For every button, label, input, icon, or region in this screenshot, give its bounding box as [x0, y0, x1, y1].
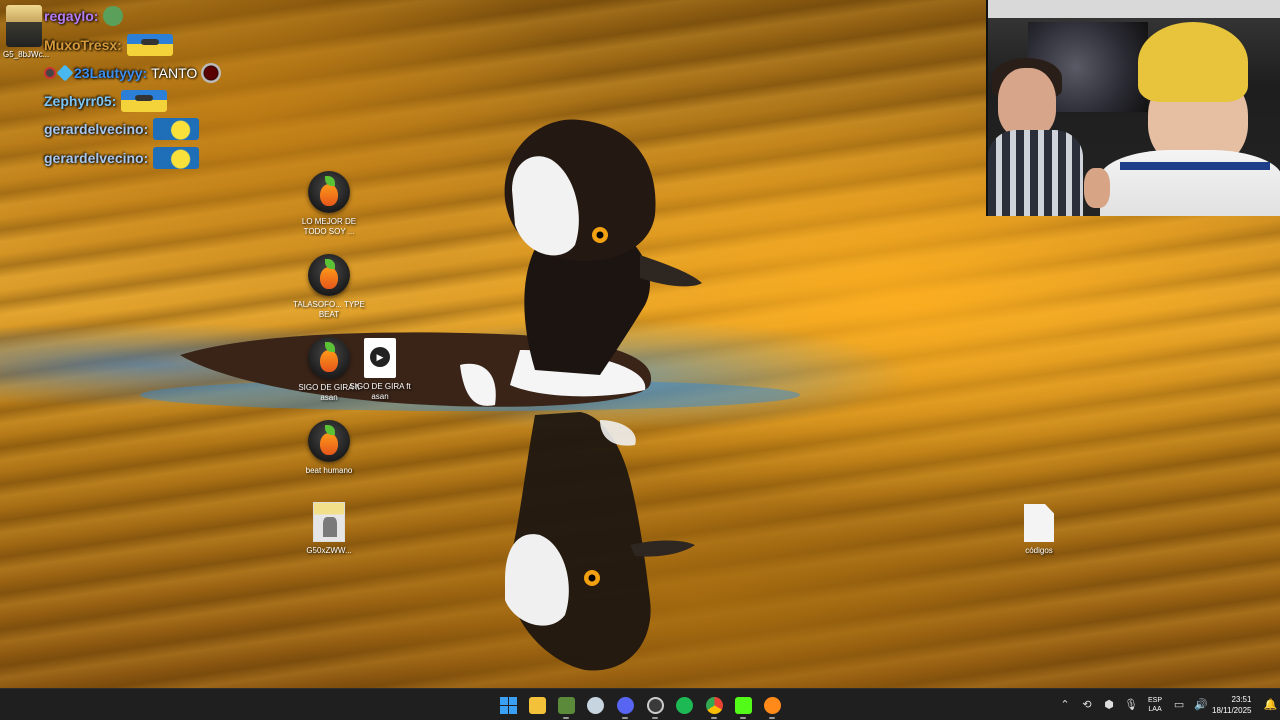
desktop-icon-talasofo[interactable]: TALASOFO... TYPE BEAT — [291, 254, 367, 320]
sync-icon[interactable]: ⟲ — [1080, 698, 1094, 712]
streamer-right-jersey — [1100, 150, 1280, 216]
fl-studio-icon — [308, 171, 350, 213]
taskbar-steam[interactable] — [583, 693, 607, 717]
chat-username: Zephyrr05: — [44, 93, 117, 109]
desktop-icon-label: TALASOFO... TYPE BEAT — [293, 300, 365, 319]
sponge-emote-icon — [153, 118, 200, 140]
network-icon[interactable]: ▭ — [1172, 698, 1186, 712]
streamer-right-beanie — [1138, 22, 1248, 102]
running-indicator — [769, 717, 775, 719]
red-orb-emote-icon — [201, 63, 222, 83]
show-hidden-icons-chevron-icon[interactable]: ⌃ — [1058, 698, 1072, 712]
chat-message: 23Lautyyy: TANTO — [44, 60, 222, 86]
fl-studio-icon — [763, 696, 781, 714]
minion-emote-icon — [126, 34, 173, 56]
sponge-emote-icon — [153, 147, 200, 169]
text-file-icon — [1024, 504, 1054, 542]
chat-avatar — [6, 5, 42, 47]
chat-message: gerardelvecino: — [44, 145, 200, 171]
fl-studio-icon — [308, 420, 350, 462]
chat-username: MuxoTresx: — [44, 37, 122, 53]
media-file-icon — [364, 338, 396, 378]
desktop-icon-image-file[interactable]: G50xZWW... — [291, 502, 367, 556]
desktop-icon-label: beat humano — [305, 466, 353, 475]
kick-icon — [734, 696, 752, 714]
minion-emote-icon — [121, 90, 168, 112]
chat-username: gerardelvecino: — [44, 121, 149, 137]
taskbar: ⌃ ⟲ ⬢ 🎙 ESP LAA ▭ 🔊 23:51 18/11/2025 🔔 — [0, 688, 1280, 720]
streamer-hand — [1084, 168, 1110, 208]
taskbar-spotify[interactable] — [672, 693, 696, 717]
desktop-icon-lo-mejor-de-todo[interactable]: LO MEJOR DE TODO SOY ... — [291, 171, 367, 237]
chat-message: gerardelvecino: — [44, 116, 200, 142]
keyboard-layout: LAA — [1148, 706, 1162, 713]
chat-message: MuxoTresx: — [44, 32, 173, 58]
pepe-emote-icon — [103, 6, 124, 26]
chat-username: gerardelvecino: — [44, 150, 149, 166]
taskbar-discord[interactable] — [613, 693, 637, 719]
notifications-bell-icon[interactable]: 🔔 — [1263, 698, 1278, 712]
running-indicator — [652, 717, 658, 719]
taskbar-fl-studio[interactable] — [760, 693, 784, 719]
file-explorer-icon — [528, 696, 546, 714]
running-indicator — [622, 717, 628, 719]
language-code: ESP — [1148, 697, 1163, 704]
chat-message: regaylo: — [44, 3, 124, 29]
taskbar-minecraft-launcher[interactable] — [554, 693, 578, 719]
desktop-icon-label: G50xZWW... — [306, 546, 352, 555]
fl-studio-icon — [308, 254, 350, 296]
chat-username: regaylo: — [44, 8, 99, 24]
minecraft-launcher-icon — [557, 696, 575, 714]
security-shield-icon[interactable]: ⬢ — [1102, 698, 1116, 712]
microphone-icon[interactable]: 🎙 — [1124, 698, 1138, 712]
taskbar-chrome[interactable] — [702, 693, 726, 719]
running-indicator — [563, 717, 569, 719]
running-indicator — [740, 717, 746, 719]
spotify-icon — [675, 696, 693, 714]
desktop-icon-label: SIGO DE GIRA ft asan — [349, 382, 411, 401]
desktop-icon-label: LO MEJOR DE TODO SOY ... — [301, 217, 357, 236]
discord-icon — [616, 696, 634, 714]
start-button[interactable] — [496, 693, 520, 717]
chat-message-text: TANTO — [151, 65, 198, 81]
webcam-background — [988, 0, 1280, 18]
clock-date: 18/11/2025 — [1212, 706, 1252, 715]
streamer-left-face — [998, 68, 1056, 138]
image-file-icon — [313, 502, 345, 542]
desktop-icon-sigo-de-gira-media[interactable]: SIGO DE GIRA ft asan — [342, 338, 418, 402]
windows-logo-icon — [499, 696, 517, 714]
clock[interactable]: 23:51 18/11/2025 — [1212, 694, 1251, 716]
desktop-icon-codigos[interactable]: códigos — [1001, 504, 1077, 556]
input-language-indicator[interactable]: ESP LAA — [1148, 696, 1162, 714]
chrome-icon — [705, 696, 723, 714]
chat-avatar-caption: G5_8bJWc... — [3, 50, 50, 59]
streamer-left-shirt — [988, 130, 1083, 216]
taskbar-obs[interactable] — [643, 693, 667, 719]
system-tray: ⌃ ⟲ ⬢ 🎙 ESP LAA ▭ 🔊 23:51 18/11/2025 🔔 — [1054, 689, 1280, 720]
steam-icon — [586, 696, 604, 714]
desktop-icon-label: códigos — [1025, 546, 1053, 555]
chat-username: 23Lautyyy: — [74, 65, 148, 81]
desktop-icon-beat-humano[interactable]: beat humano — [291, 420, 367, 476]
running-indicator — [711, 717, 717, 719]
chat-message: Zephyrr05: — [44, 88, 168, 114]
taskbar-kick[interactable] — [731, 693, 755, 719]
clock-time: 23:51 — [1231, 695, 1252, 704]
chat-badge-icon — [44, 67, 56, 79]
taskbar-file-explorer[interactable] — [525, 693, 549, 717]
webcam-overlay — [986, 0, 1280, 216]
obs-icon — [646, 696, 664, 714]
diamond-badge-icon — [56, 64, 74, 82]
volume-icon[interactable]: 🔊 — [1194, 698, 1208, 712]
